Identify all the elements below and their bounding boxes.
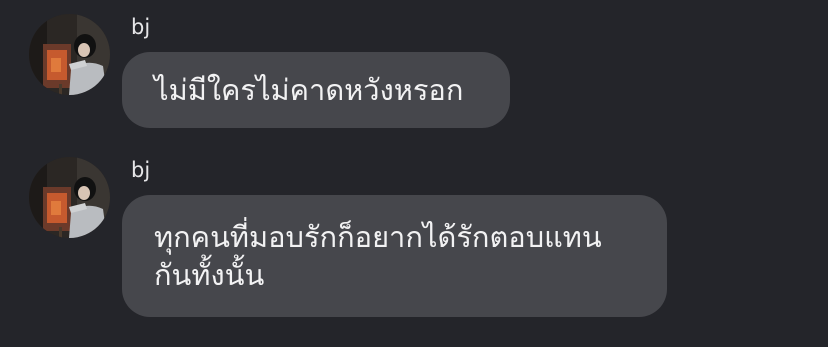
avatar[interactable] [29, 157, 110, 238]
message-text: ไม่มีใครไม่คาดหวังหรอก [154, 73, 464, 107]
avatar[interactable] [29, 14, 110, 95]
avatar-photo-icon [29, 14, 110, 95]
sender-name: bj [131, 15, 151, 39]
avatar-photo-icon [29, 157, 110, 238]
message-bubble[interactable]: ทุกคนที่มอบรักก็อยากได้รักตอบแทน กันทั้ง… [122, 195, 667, 317]
sender-name: bj [131, 158, 151, 182]
message-text: ทุกคนที่มอบรักก็อยากได้รักตอบแทน กันทั้ง… [154, 220, 602, 292]
message-bubble[interactable]: ไม่มีใครไม่คาดหวังหรอก [122, 52, 510, 128]
